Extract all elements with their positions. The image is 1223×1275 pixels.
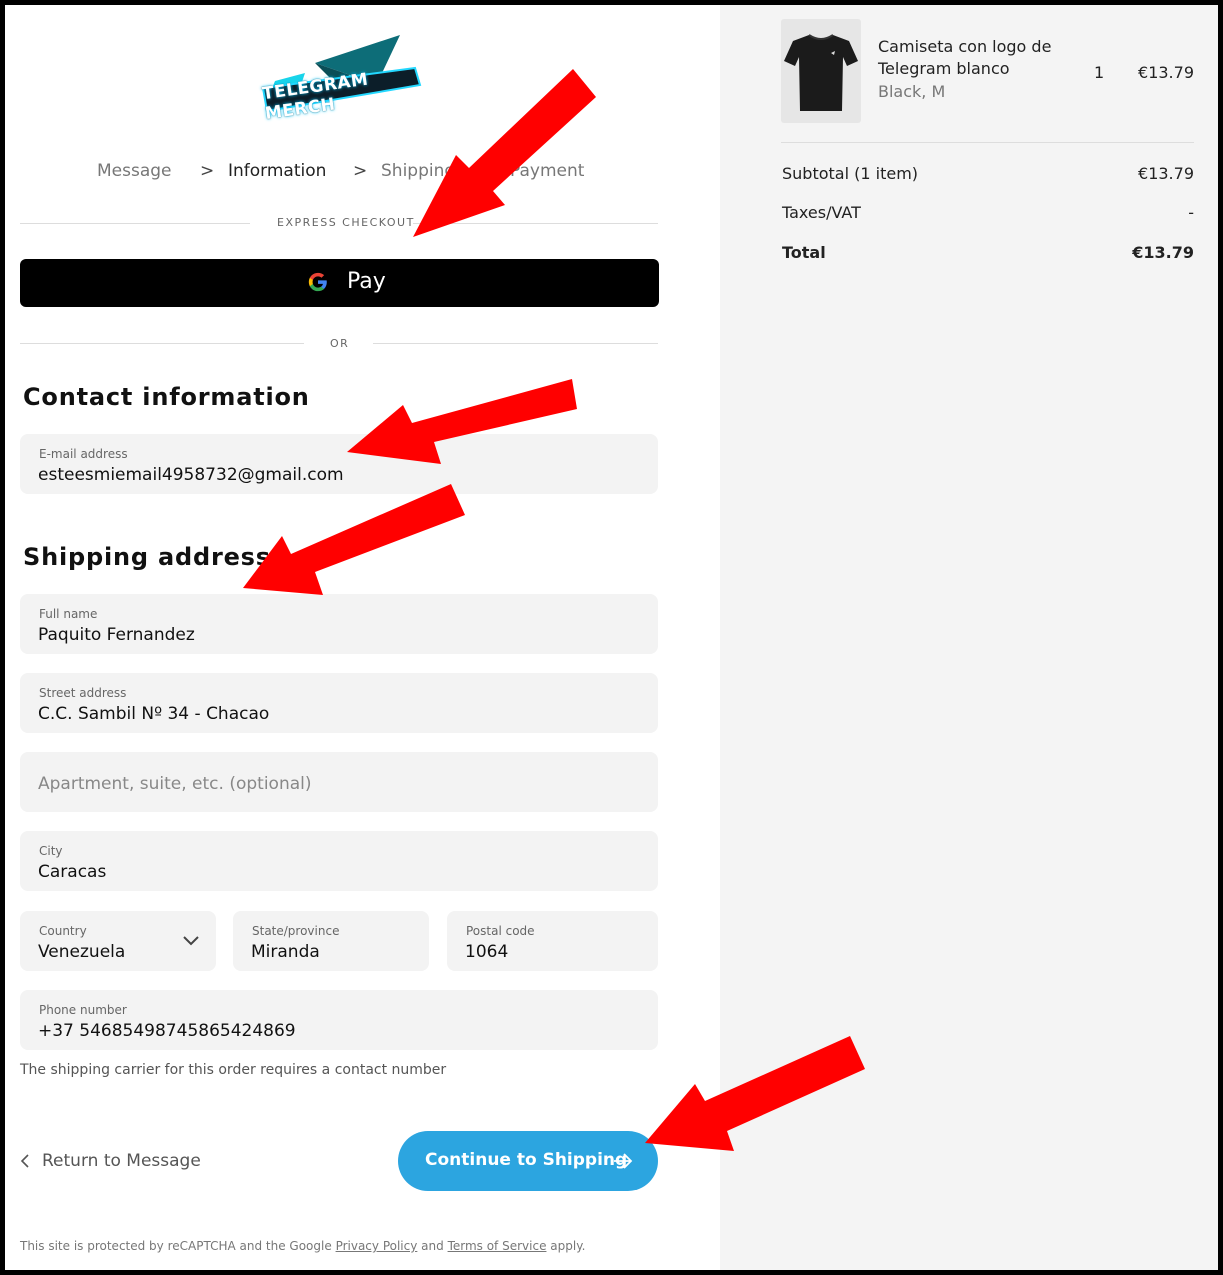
full-name-field[interactable]: Full name Paquito Fernandez (20, 594, 658, 654)
return-to-message-label: Return to Message (42, 1151, 201, 1171)
country-select[interactable]: Country Venezuela (20, 911, 216, 971)
legal-suffix: apply. (546, 1239, 586, 1253)
email-field[interactable]: E-mail address esteesmiemail4958732@gmai… (20, 434, 658, 494)
apartment-field[interactable] (20, 752, 658, 812)
phone-hint: The shipping carrier for this order requ… (20, 1062, 447, 1078)
postal-code-value[interactable]: 1064 (465, 942, 655, 962)
chevron-left-icon (20, 1154, 29, 1168)
phone-label: Phone number (39, 1003, 127, 1017)
express-checkout-heading: EXPRESS CHECKOUT (277, 216, 415, 229)
product-price: €13.79 (1138, 63, 1194, 82)
divider (413, 223, 658, 224)
subtotal-value: €13.79 (1138, 164, 1194, 183)
postal-code-field[interactable]: Postal code 1064 (447, 911, 658, 971)
shipping-heading: Shipping address (23, 543, 271, 571)
continue-to-shipping-label: Continue to Shipping (425, 1150, 628, 1170)
chevron-right-icon: > (200, 161, 215, 181)
store-logo[interactable]: TELEGRAM MERCH BY VALDO (255, 33, 425, 124)
google-pay-button[interactable]: Pay (20, 259, 659, 307)
product-name: Camiseta con logo de Telegram blanco (878, 37, 1052, 78)
phone-value[interactable]: +37 546854987458654248​69 (38, 1021, 612, 1041)
full-name-value[interactable]: Paquito Fernandez (38, 625, 612, 645)
chevron-right-icon: > (482, 161, 497, 181)
taxes-value: - (1188, 203, 1194, 222)
city-label: City (39, 844, 63, 858)
privacy-policy-link[interactable]: Privacy Policy (336, 1239, 418, 1253)
checkout-form-panel: TELEGRAM MERCH BY VALDO Message > Inform… (5, 5, 720, 1270)
order-summary-panel: Camiseta con logo de Telegram blanco Bla… (720, 5, 1218, 1270)
subtotal-label: Subtotal (1 item) (782, 164, 919, 183)
breadcrumb-shipping: Shipping (381, 161, 456, 181)
google-g-icon (308, 272, 327, 292)
arrow-right-icon (614, 1153, 633, 1169)
full-name-label: Full name (39, 607, 98, 621)
street-address-field[interactable]: Street address C.C. Sambil Nº 34 - Chaca… (20, 673, 658, 733)
taxes-label: Taxes/VAT (782, 203, 861, 222)
email-value[interactable]: esteesmiemail4958732@gmail.com (38, 465, 612, 485)
state-field[interactable]: State/province Miranda (233, 911, 429, 971)
apartment-input[interactable] (38, 774, 613, 794)
street-address-value[interactable]: C.C. Sambil Nº 34 - Chacao (38, 704, 612, 724)
divider (20, 223, 250, 224)
contact-heading: Contact information (23, 383, 310, 411)
total-value: €13.79 (1132, 243, 1194, 262)
state-label: State/province (252, 924, 340, 938)
street-address-label: Street address (39, 686, 127, 700)
divider (20, 343, 304, 344)
breadcrumb-payment: Payment (510, 161, 585, 181)
total-label: Total (782, 243, 826, 262)
phone-field[interactable]: Phone number +37 546854987458654248​69 (20, 990, 658, 1050)
product-quantity: 1 (1094, 63, 1105, 82)
breadcrumb-message[interactable]: Message (97, 161, 172, 181)
legal-and: and (417, 1239, 448, 1253)
product-variant: Black, M (878, 82, 946, 101)
or-separator: OR (330, 337, 350, 350)
chevron-right-icon: > (353, 161, 368, 181)
city-value[interactable]: Caracas (38, 862, 612, 882)
country-label: Country (39, 924, 87, 938)
continue-to-shipping-button[interactable]: Continue to Shipping (398, 1131, 658, 1191)
city-field[interactable]: City Caracas (20, 831, 658, 891)
product-thumbnail (781, 19, 861, 123)
email-label: E-mail address (39, 447, 128, 461)
recaptcha-notice: This site is protected by reCAPTCHA and … (20, 1239, 585, 1253)
breadcrumb-information: Information (228, 161, 327, 181)
state-value[interactable]: Miranda (251, 942, 427, 962)
terms-of-service-link[interactable]: Terms of Service (448, 1239, 547, 1253)
legal-prefix: This site is protected by reCAPTCHA and … (20, 1239, 336, 1253)
divider (373, 343, 658, 344)
postal-code-label: Postal code (466, 924, 535, 938)
tshirt-icon (784, 34, 858, 111)
google-pay-label: Pay (347, 269, 386, 294)
chevron-down-icon[interactable] (182, 935, 200, 947)
divider (781, 142, 1194, 143)
